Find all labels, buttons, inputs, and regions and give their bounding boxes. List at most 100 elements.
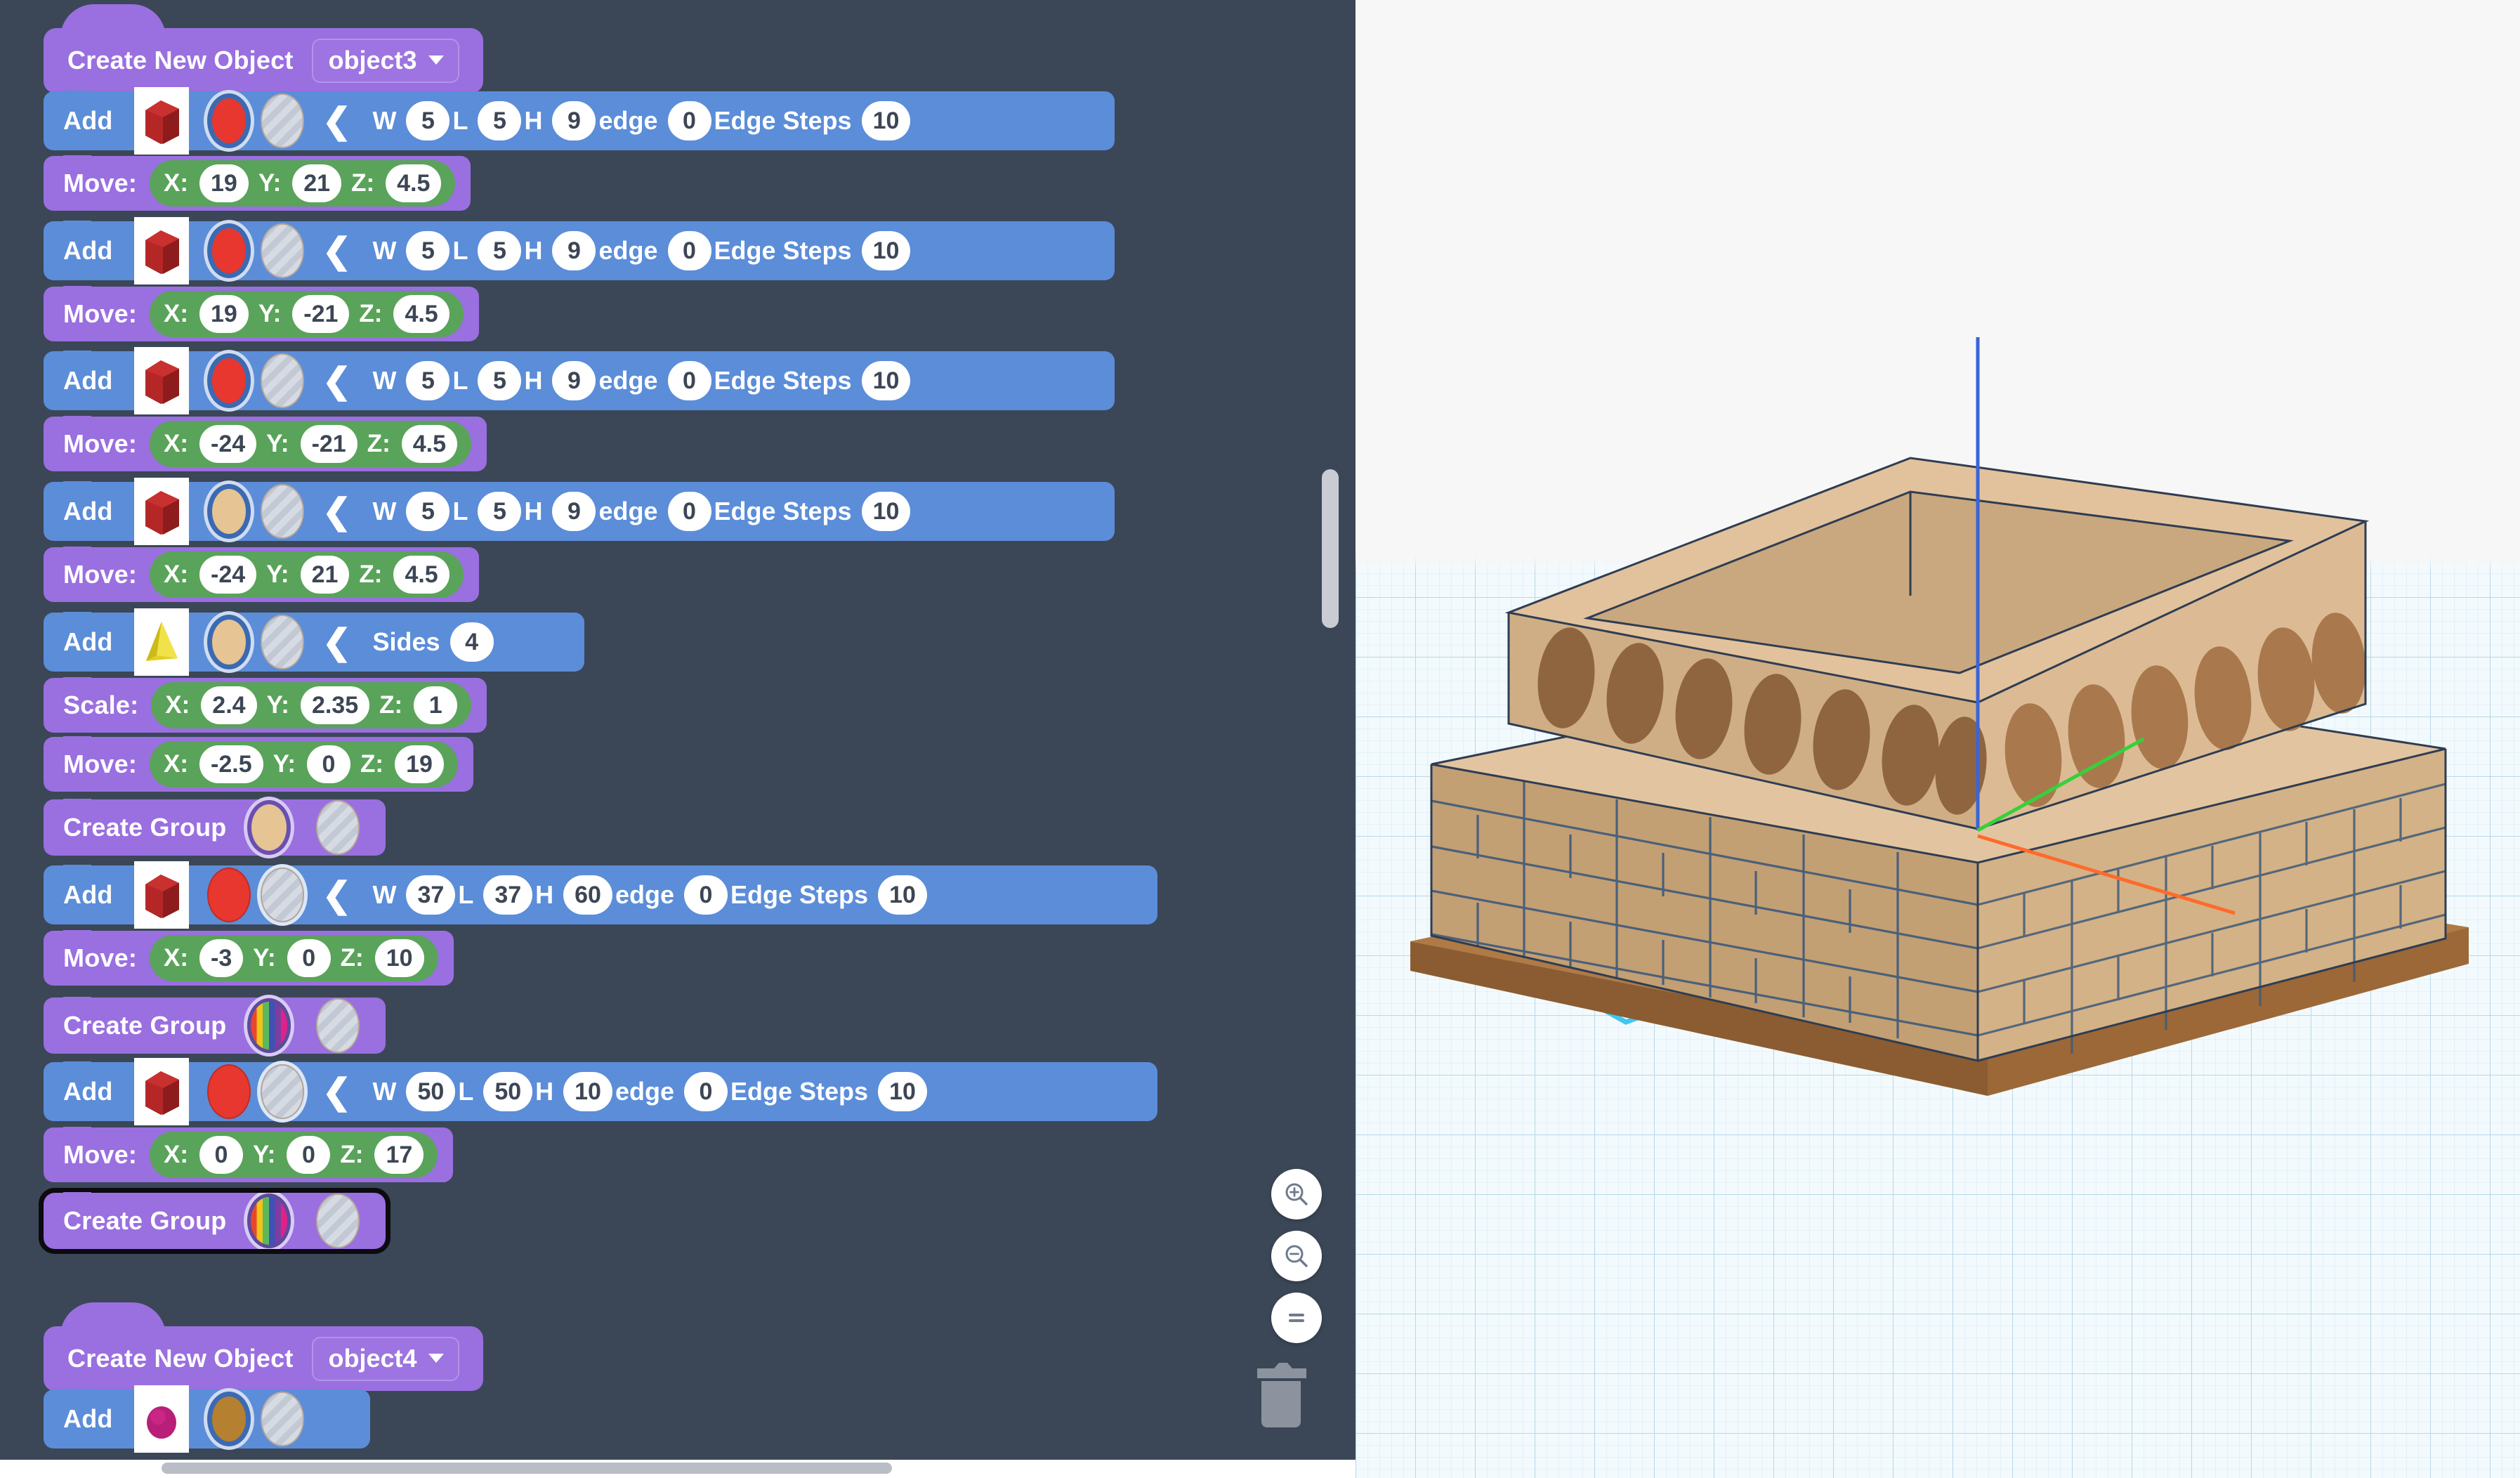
object-name-dropdown[interactable]: object3 bbox=[312, 39, 459, 83]
block-add-box-2[interactable]: Add ❮ W 5 L 5 H 9 edge 0 Edge Steps 10 bbox=[44, 221, 1115, 280]
param-value-l[interactable]: 5 bbox=[478, 492, 521, 531]
block-create-group-3-selected[interactable]: Create Group bbox=[44, 1193, 386, 1249]
block-add-sphere[interactable]: Add bbox=[44, 1389, 370, 1448]
box-shape-icon[interactable] bbox=[134, 217, 189, 285]
axis-value-z[interactable]: 4.5 bbox=[393, 556, 449, 594]
blocks-horizontal-scrollbar-thumb[interactable] bbox=[162, 1463, 892, 1474]
param-value-edge-steps[interactable]: 10 bbox=[862, 101, 911, 140]
axis-value-x[interactable]: -2.5 bbox=[199, 745, 263, 783]
axis-value-z[interactable]: 4.5 bbox=[386, 164, 441, 202]
param-value-w[interactable]: 5 bbox=[406, 361, 449, 400]
block-add-box-7[interactable]: Add ❮ W 50 L 50 H 10 edge 0 Edge Steps 1… bbox=[44, 1062, 1157, 1121]
block-create-group-1[interactable]: Create Group bbox=[44, 799, 386, 856]
color-swatch[interactable] bbox=[207, 484, 251, 539]
param-value-edge-steps[interactable]: 10 bbox=[862, 231, 911, 270]
axis-value-z[interactable]: 19 bbox=[395, 745, 444, 783]
chevron-left-icon[interactable]: ❮ bbox=[322, 499, 352, 524]
param-value-l[interactable]: 37 bbox=[483, 875, 532, 915]
color-swatch[interactable] bbox=[247, 800, 291, 855]
blocks-vertical-scrollbar[interactable] bbox=[1322, 469, 1339, 628]
axis-value-z[interactable]: 17 bbox=[374, 1136, 424, 1174]
param-value-l[interactable]: 5 bbox=[478, 361, 521, 400]
block-move-1[interactable]: Move: X: 19 Y: 21 Z: 4.5 bbox=[44, 156, 471, 211]
param-value-edge[interactable]: 0 bbox=[684, 1072, 728, 1111]
object-name-dropdown[interactable]: object4 bbox=[312, 1337, 459, 1381]
panel-resize-dot-grip[interactable] bbox=[1356, 709, 1358, 871]
axis-value-y[interactable]: 21 bbox=[301, 556, 350, 594]
block-create-new-object-object3[interactable]: Create New Object object3 bbox=[44, 28, 483, 93]
axis-value-z[interactable]: 1 bbox=[414, 686, 457, 724]
material-swatch-hole[interactable] bbox=[316, 1193, 360, 1248]
block-move-7[interactable]: Move: X: 0 Y: 0 Z: 17 bbox=[44, 1127, 453, 1182]
block-add-box-6[interactable]: Add ❮ W 37 L 37 H 60 edge 0 Edge Steps 1… bbox=[44, 865, 1157, 924]
chevron-left-icon[interactable]: ❮ bbox=[322, 1080, 352, 1104]
chevron-left-icon[interactable]: ❮ bbox=[322, 630, 352, 655]
param-value-edge[interactable]: 0 bbox=[668, 101, 711, 140]
param-value-edge-steps[interactable]: 10 bbox=[862, 361, 911, 400]
box-shape-icon[interactable] bbox=[134, 1058, 189, 1125]
chevron-left-icon[interactable]: ❮ bbox=[322, 239, 352, 263]
param-value-sides[interactable]: 4 bbox=[450, 622, 494, 662]
material-swatch-hole[interactable] bbox=[261, 223, 304, 278]
param-value-edge-steps[interactable]: 10 bbox=[878, 1072, 927, 1111]
param-value-h[interactable]: 9 bbox=[552, 492, 596, 531]
color-swatch[interactable] bbox=[207, 868, 251, 922]
axis-value-y[interactable]: 0 bbox=[307, 745, 350, 783]
sphere-shape-icon[interactable] bbox=[134, 1385, 189, 1453]
zoom-in-button[interactable] bbox=[1271, 1169, 1322, 1219]
color-swatch[interactable] bbox=[207, 1064, 251, 1119]
param-value-w[interactable]: 37 bbox=[406, 875, 455, 915]
block-add-box-4[interactable]: Add ❮ W 5 L 5 H 9 edge 0 Edge Steps 10 bbox=[44, 482, 1115, 541]
axis-value-x[interactable]: 0 bbox=[199, 1136, 243, 1174]
material-swatch-hole[interactable] bbox=[261, 484, 304, 539]
axis-value-x[interactable]: -24 bbox=[199, 556, 256, 594]
param-value-l[interactable]: 5 bbox=[478, 101, 521, 140]
axis-value-y[interactable]: 0 bbox=[287, 939, 331, 977]
axis-value-x[interactable]: 19 bbox=[199, 295, 249, 333]
zoom-out-button[interactable] bbox=[1271, 1231, 1322, 1281]
block-move-5[interactable]: Move: X: -2.5 Y: 0 Z: 19 bbox=[44, 737, 473, 792]
material-swatch-hole[interactable] bbox=[261, 868, 304, 922]
pyramid-shape-icon[interactable] bbox=[134, 608, 189, 676]
color-swatch[interactable] bbox=[207, 615, 251, 669]
block-scale-1[interactable]: Scale: X: 2.4 Y: 2.35 Z: 1 bbox=[44, 678, 487, 733]
color-swatch[interactable] bbox=[207, 353, 251, 408]
param-value-h[interactable]: 9 bbox=[552, 231, 596, 270]
rainbow-color-swatch[interactable] bbox=[247, 998, 291, 1053]
material-swatch-hole[interactable] bbox=[261, 93, 304, 148]
box-shape-icon[interactable] bbox=[134, 478, 189, 545]
param-value-h[interactable]: 9 bbox=[552, 361, 596, 400]
param-value-w[interactable]: 50 bbox=[406, 1072, 455, 1111]
param-value-h[interactable]: 9 bbox=[552, 101, 596, 140]
chevron-left-icon[interactable]: ❮ bbox=[322, 109, 352, 133]
block-move-4[interactable]: Move: X: -24 Y: 21 Z: 4.5 bbox=[44, 547, 479, 602]
param-value-w[interactable]: 5 bbox=[406, 231, 449, 270]
param-value-edge-steps[interactable]: 10 bbox=[878, 875, 927, 915]
box-shape-icon[interactable] bbox=[134, 861, 189, 929]
axis-value-x[interactable]: -24 bbox=[199, 425, 256, 463]
block-add-box-1[interactable]: Add ❮ W 5 L 5 H 9 edge 0 Edge Steps 10 bbox=[44, 91, 1115, 150]
param-value-h[interactable]: 60 bbox=[563, 875, 612, 915]
blocks-canvas[interactable]: Create New Object object3 Add ❮ W 5 L 5 bbox=[0, 0, 1356, 1478]
material-swatch-hole[interactable] bbox=[316, 998, 360, 1053]
block-move-2[interactable]: Move: X: 19 Y: -21 Z: 4.5 bbox=[44, 287, 479, 341]
param-value-edge[interactable]: 0 bbox=[668, 231, 711, 270]
param-value-edge-steps[interactable]: 10 bbox=[862, 492, 911, 531]
axis-value-z[interactable]: 10 bbox=[375, 939, 424, 977]
axis-value-y[interactable]: -21 bbox=[301, 425, 357, 463]
axis-value-x[interactable]: 19 bbox=[199, 164, 249, 202]
box-shape-icon[interactable] bbox=[134, 87, 189, 155]
material-swatch-hole[interactable] bbox=[316, 800, 360, 855]
material-swatch-hole[interactable] bbox=[261, 1392, 304, 1446]
color-swatch[interactable] bbox=[207, 1392, 251, 1446]
rainbow-color-swatch[interactable] bbox=[247, 1193, 291, 1248]
3d-viewport[interactable] bbox=[1356, 0, 2520, 1478]
axis-value-y[interactable]: -21 bbox=[292, 295, 349, 333]
axis-value-y[interactable]: 0 bbox=[287, 1136, 330, 1174]
axis-value-x[interactable]: -3 bbox=[199, 939, 243, 977]
block-add-pyramid[interactable]: Add ❮ Sides 4 bbox=[44, 613, 584, 672]
codeblocks-panel[interactable]: Create New Object object3 Add ❮ W 5 L 5 bbox=[0, 0, 1356, 1478]
rendered-3d-scene[interactable] bbox=[1356, 0, 2520, 1478]
material-swatch-hole[interactable] bbox=[261, 615, 304, 669]
axis-value-z[interactable]: 4.5 bbox=[402, 425, 457, 463]
